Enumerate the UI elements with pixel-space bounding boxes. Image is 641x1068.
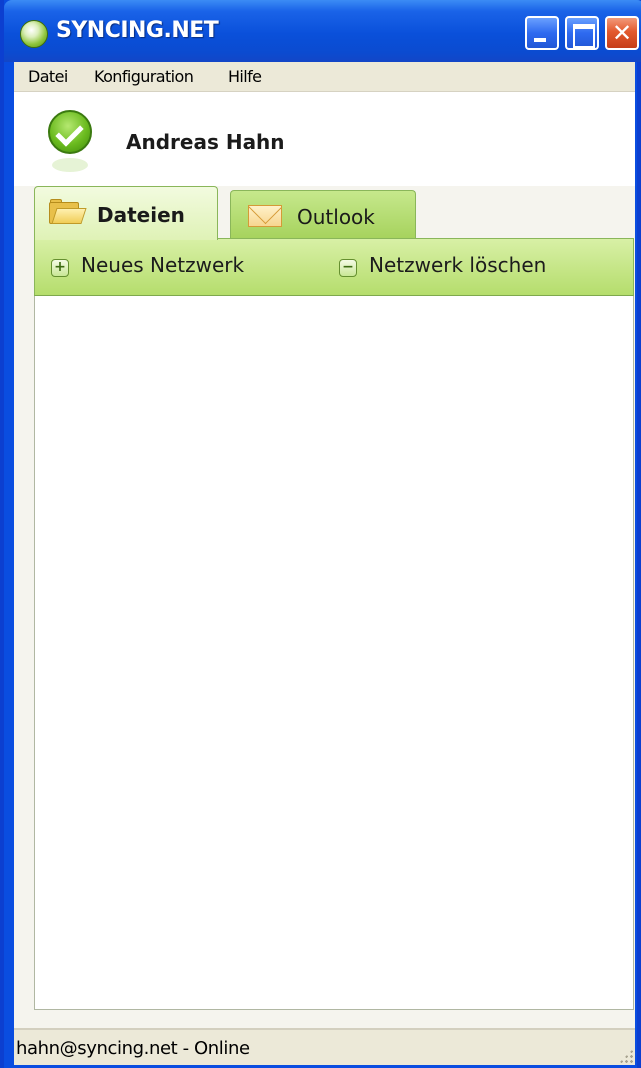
check-icon-reflection (52, 158, 88, 172)
app-window: SYNCING.NET ✕ Datei Konfiguration Hilfe … (0, 0, 641, 1068)
tab-label: Dateien (97, 203, 185, 227)
menu-bar: Datei Konfiguration Hilfe (14, 62, 635, 92)
network-list[interactable] (34, 296, 634, 1010)
menu-hilfe[interactable]: Hilfe (228, 67, 262, 86)
status-bar: hahn@syncing.net - Online (14, 1028, 635, 1065)
user-name: Andreas Hahn (126, 130, 285, 154)
folder-icon (49, 199, 87, 225)
resize-grip[interactable] (619, 1049, 633, 1063)
status-text: hahn@syncing.net - Online (16, 1038, 250, 1059)
app-logo-icon (20, 20, 48, 48)
maximize-button[interactable] (565, 16, 599, 50)
menu-datei[interactable]: Datei (28, 67, 68, 86)
envelope-icon (248, 205, 282, 227)
tab-dateien[interactable]: Dateien (34, 186, 218, 240)
new-network-label: Neues Netzwerk (81, 253, 245, 277)
plus-icon: + (51, 259, 69, 277)
title-bar[interactable]: SYNCING.NET ✕ (4, 0, 641, 62)
minimize-button[interactable] (525, 16, 559, 50)
menu-konfiguration[interactable]: Konfiguration (94, 67, 194, 86)
tab-outlook[interactable]: Outlook (230, 190, 416, 238)
user-header: Andreas Hahn (14, 92, 635, 186)
delete-network-label: Netzwerk löschen (369, 253, 547, 277)
close-button[interactable]: ✕ (605, 16, 639, 50)
close-icon: ✕ (611, 19, 633, 47)
check-icon (48, 110, 92, 154)
network-toolbar: + Neues Netzwerk − Netzwerk löschen (34, 238, 634, 296)
minus-icon: − (339, 259, 357, 277)
window-title: SYNCING.NET (56, 18, 219, 43)
client-area: Datei Konfiguration Hilfe Andreas Hahn D… (14, 62, 635, 1065)
tab-label: Outlook (297, 205, 375, 229)
